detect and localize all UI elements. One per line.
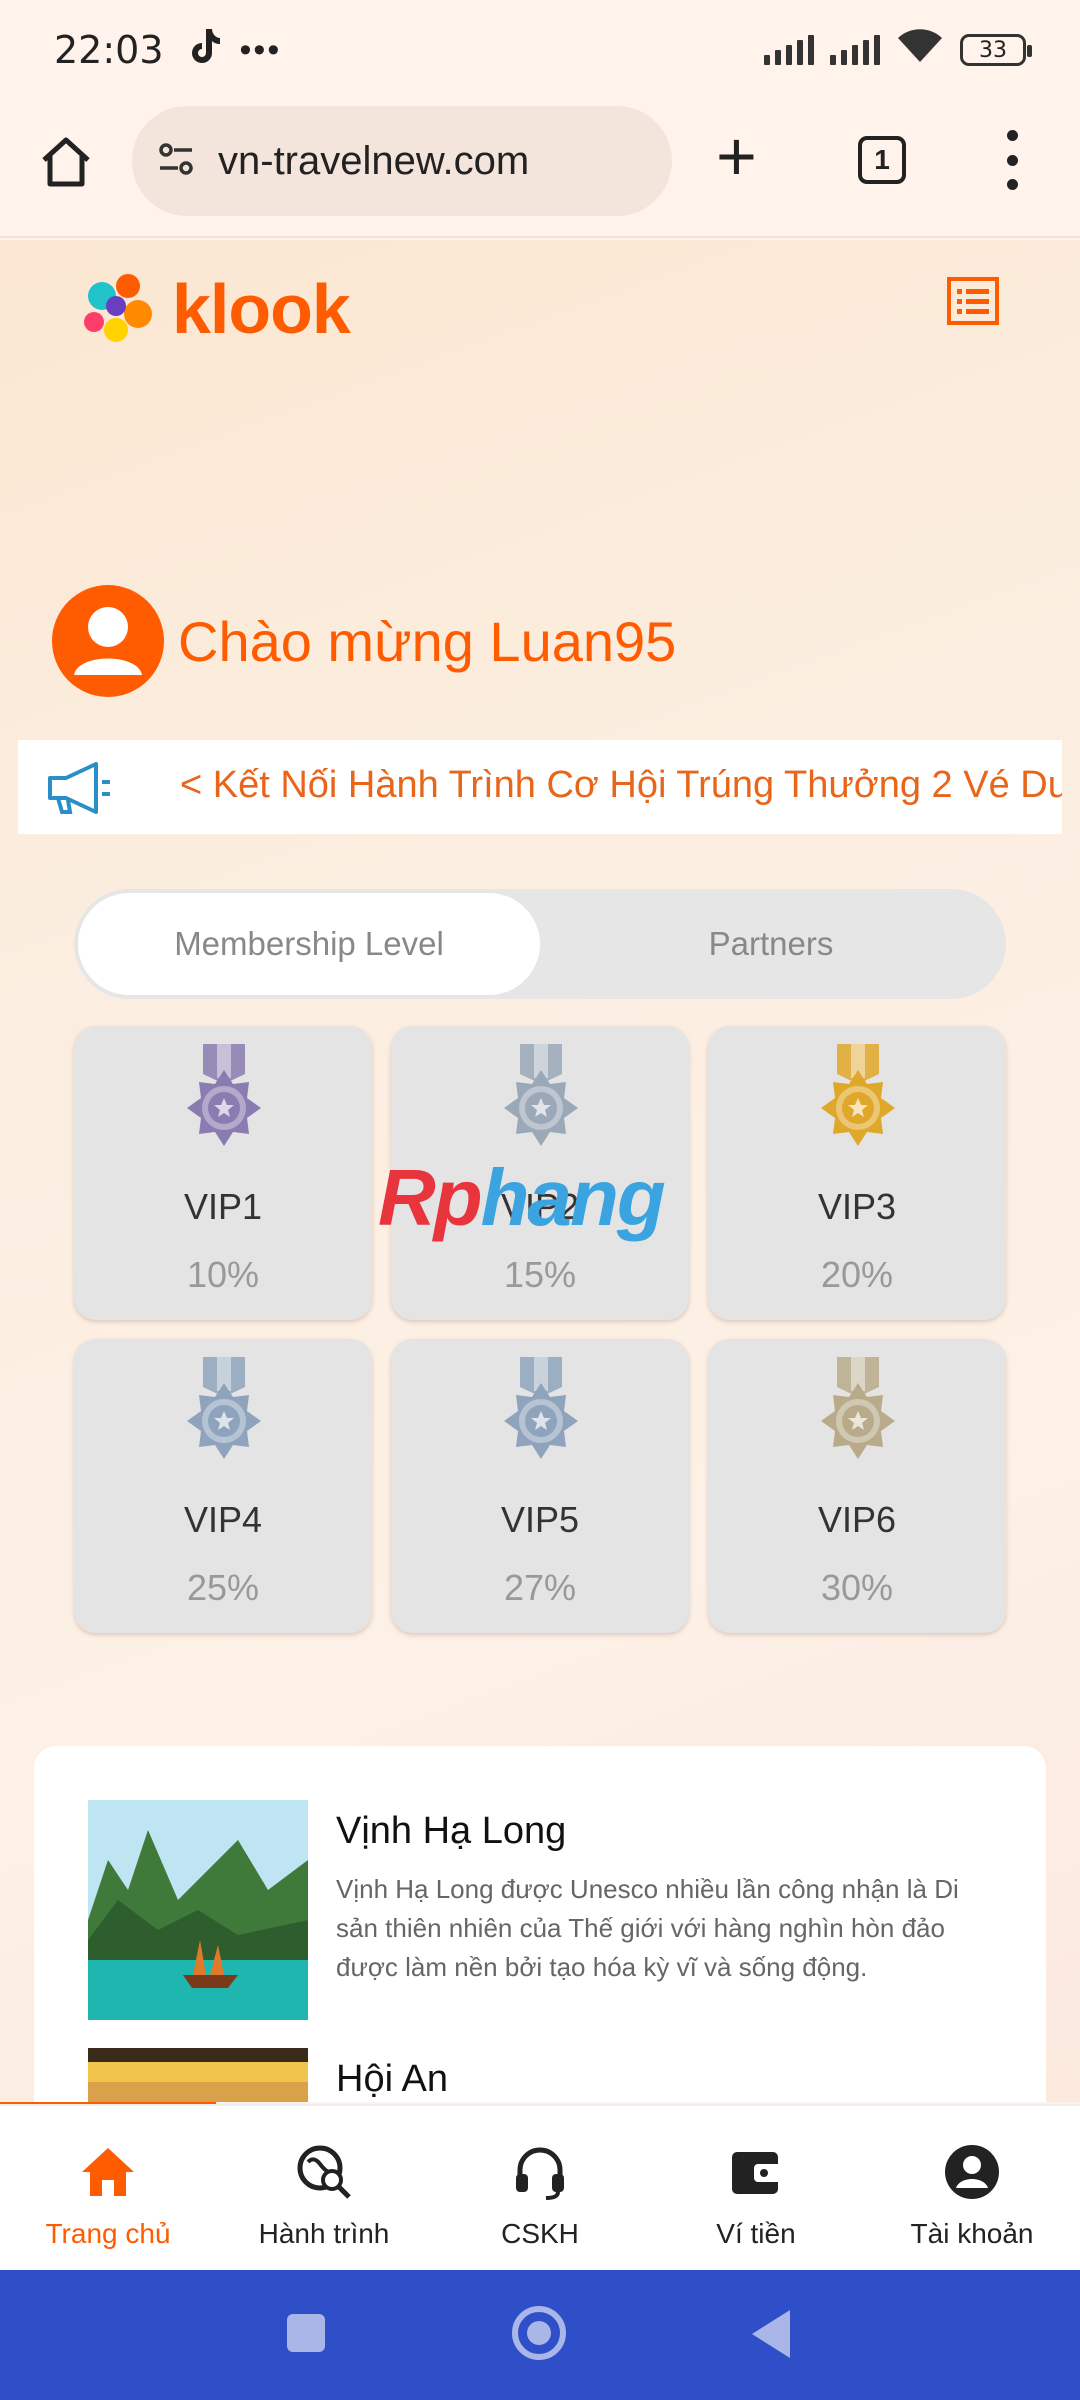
tab-membership-level[interactable]: Membership Level — [78, 893, 540, 995]
signal-icon — [764, 35, 814, 65]
destination-item[interactable]: Vịnh Hạ Long Vịnh Hạ Long được Unesco nh… — [88, 1800, 1008, 2020]
nav-label: Tài khoản — [910, 2218, 1034, 2249]
destination-item[interactable]: Hội An — [88, 2048, 1008, 2102]
announcement-text: < Kết Nối Hành Trình Cơ Hội Trúng Thưởng… — [180, 764, 1062, 806]
home-icon[interactable] — [36, 132, 96, 192]
medal-icon — [490, 1044, 592, 1164]
tab-switcher-button[interactable]: 1 — [858, 136, 906, 184]
medal-icon — [173, 1357, 275, 1477]
vip-name: VIP4 — [183, 1499, 263, 1540]
vip-percent: 10% — [186, 1254, 260, 1295]
vip-percent: 27% — [503, 1567, 577, 1608]
avatar-icon[interactable] — [52, 585, 164, 697]
status-bar: 22:03 ••• 33 — [0, 0, 1080, 100]
browser-toolbar: vn-travelnew.com + 1 — [0, 100, 1080, 238]
wallet-icon — [726, 2142, 786, 2202]
level-tabs: Membership Level Partners — [74, 889, 1006, 999]
nav-label: Trang chủ — [45, 2218, 171, 2249]
nav-wallet[interactable]: Ví tiền — [648, 2106, 864, 2272]
bottom-nav: Trang chủ Hành trình CSKH Ví tiền Tài kh… — [0, 2104, 1080, 2270]
medal-icon — [173, 1044, 275, 1164]
home-button[interactable] — [512, 2306, 566, 2360]
vip-card[interactable]: VIP3 20% — [708, 1026, 1006, 1320]
battery-level: 33 — [979, 37, 1007, 63]
signal-icon — [830, 35, 880, 65]
web-page: klook Chào mừng Luan95 < Kết Nối Hành Tr… — [0, 240, 1080, 2102]
nav-label: Hành trình — [258, 2218, 390, 2249]
vip-name: VIP5 — [500, 1499, 580, 1540]
vip-name: VIP6 — [817, 1499, 897, 1540]
klook-logo-icon — [84, 274, 152, 342]
vip-percent: 15% — [503, 1254, 577, 1295]
address-bar[interactable]: vn-travelnew.com — [132, 106, 672, 216]
vip-card[interactable]: VIP5 27% — [391, 1339, 689, 1633]
ha-long-bay-image — [88, 1800, 308, 2020]
wifi-icon — [896, 26, 944, 74]
battery-icon: 33 — [960, 34, 1032, 66]
account-icon — [942, 2142, 1002, 2202]
tab-count: 1 — [874, 144, 890, 175]
megaphone-icon — [44, 760, 114, 816]
site-settings-icon[interactable] — [156, 139, 196, 184]
vip-name: VIP3 — [817, 1186, 897, 1227]
medal-icon — [807, 1044, 909, 1164]
tab-partners[interactable]: Partners — [540, 893, 1002, 995]
browser-menu-icon[interactable] — [1000, 130, 1024, 190]
nav-journey[interactable]: Hành trình — [216, 2106, 432, 2272]
vip-name: VIP1 — [183, 1186, 263, 1227]
destination-title: Vịnh Hạ Long — [336, 1810, 567, 1852]
headset-icon — [510, 2142, 570, 2202]
menu-list-icon[interactable] — [946, 276, 1000, 326]
destination-title: Hội An — [336, 2058, 448, 2100]
vip-percent: 30% — [820, 1567, 894, 1608]
nav-account[interactable]: Tài khoản — [864, 2106, 1080, 2272]
status-time: 22:03 — [54, 28, 164, 72]
tiktok-icon — [186, 27, 220, 74]
welcome-section: Chào mừng Luan95 — [52, 585, 676, 697]
medal-icon — [807, 1357, 909, 1477]
destination-description: Vịnh Hạ Long được Unesco nhiều lần công … — [336, 1874, 959, 1982]
nav-label: CSKH — [501, 2218, 579, 2249]
home-icon — [78, 2142, 138, 2202]
watermark-logo: Rphang — [378, 1153, 666, 1242]
new-tab-button[interactable]: + — [716, 121, 757, 191]
notification-dots: ••• — [239, 30, 282, 69]
recents-button[interactable] — [287, 2314, 325, 2352]
url-text: vn-travelnew.com — [218, 138, 530, 183]
hoi-an-image — [88, 2048, 308, 2102]
vip-percent: 20% — [820, 1254, 894, 1295]
welcome-text: Chào mừng Luan95 — [178, 609, 677, 673]
vip-card[interactable]: VIP6 30% — [708, 1339, 1006, 1633]
nav-support[interactable]: CSKH — [432, 2106, 648, 2272]
medal-icon — [490, 1357, 592, 1477]
nav-label: Ví tiền — [716, 2218, 796, 2249]
logo-text: klook — [172, 270, 351, 348]
vip-card[interactable]: VIP1 10% — [74, 1026, 372, 1320]
vip-card[interactable]: VIP4 25% — [74, 1339, 372, 1633]
android-nav-bar — [0, 2270, 1080, 2400]
nav-home[interactable]: Trang chủ — [0, 2106, 216, 2272]
back-button[interactable] — [752, 2310, 790, 2358]
destinations-card: Vịnh Hạ Long Vịnh Hạ Long được Unesco nh… — [34, 1746, 1046, 2102]
vip-percent: 25% — [186, 1567, 260, 1608]
journey-search-icon — [294, 2142, 354, 2202]
klook-logo[interactable]: klook — [72, 264, 351, 354]
announcement-bar[interactable]: < Kết Nối Hành Trình Cơ Hội Trúng Thưởng… — [18, 740, 1062, 834]
